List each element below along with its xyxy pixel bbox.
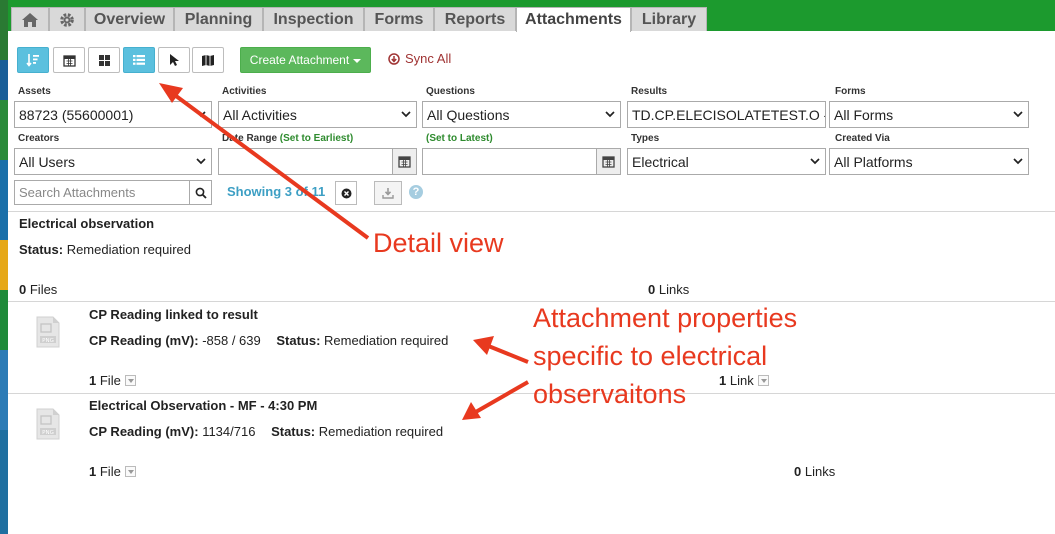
arrow-to-electrical-observation <box>473 380 529 415</box>
annotation-detail-view: Detail view <box>373 228 504 258</box>
adjacent-window-strip <box>0 0 8 534</box>
annotation-properties-line2: specific to electrical <box>533 341 768 371</box>
arrow-to-cp-reading <box>485 343 529 364</box>
arrow-to-detail-view <box>170 91 370 240</box>
attachments-page: Overview Planning Inspection Forms Repor… <box>8 0 1055 534</box>
annotation-arrows <box>159 83 529 420</box>
annotation-properties-line3: observaitons <box>533 379 687 409</box>
annotation-properties-line1: Attachment properties <box>533 303 798 333</box>
